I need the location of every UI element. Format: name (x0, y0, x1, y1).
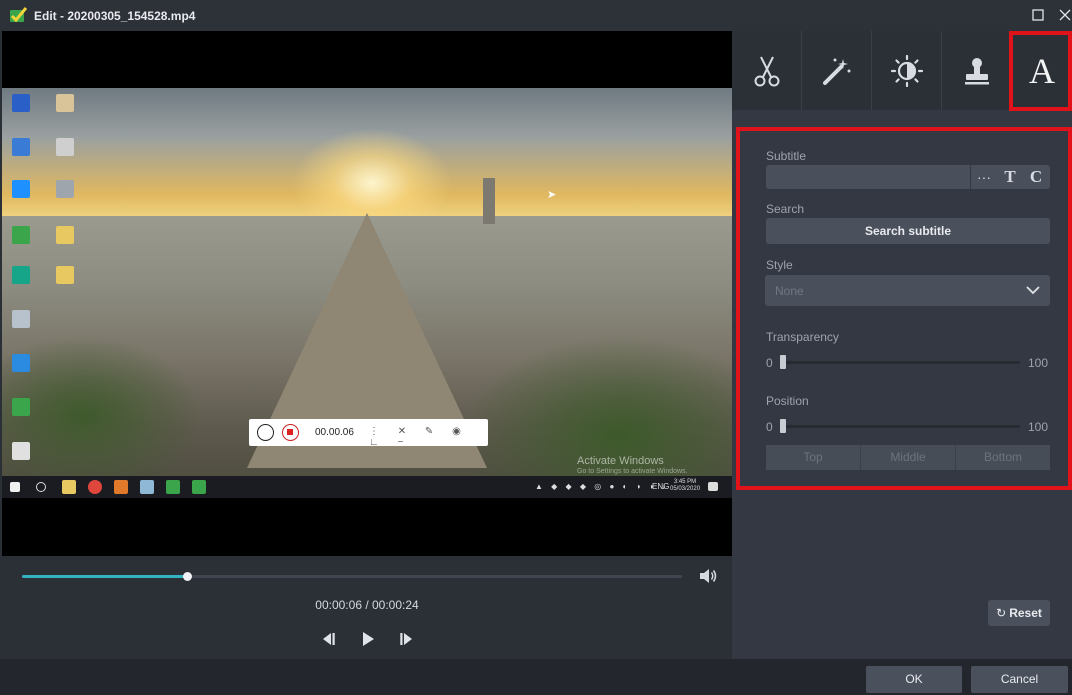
subtitle-buttons: ··· T C (971, 165, 1050, 189)
position-middle-button[interactable]: Middle (861, 445, 956, 470)
search-subtitle-button[interactable]: Search subtitle (766, 218, 1050, 244)
magic-wand-icon (822, 58, 850, 85)
desktop-icon (56, 180, 74, 198)
stop-icon (282, 424, 299, 441)
activate-watermark-sub: Go to Settings to activate Windows. (577, 468, 688, 475)
desktop-icons (2, 88, 82, 468)
close-icon (1059, 9, 1071, 21)
position-min: 0 (766, 420, 773, 434)
taskbar-clock: 3:45 PM 05/03/2020 (670, 479, 701, 492)
player-controls: 00:00:06 / 00:00:24 (2, 556, 732, 659)
style-label: Style (766, 258, 793, 272)
explorer-icon (62, 480, 76, 494)
app-logo-icon (10, 7, 27, 23)
active-tab-highlight (1009, 31, 1072, 111)
desktop-icon (12, 226, 30, 244)
search-icon (36, 482, 46, 492)
font-button[interactable]: T (997, 167, 1023, 187)
systray-lang: ENG (652, 482, 670, 491)
notification-icon (708, 482, 718, 491)
maximize-icon (1032, 9, 1044, 21)
edit-window: Edit - 20200305_154528.mp4 ➤ 00.00.06 ⋮ … (0, 0, 1072, 695)
brightness-icon (890, 54, 923, 87)
editor-panel: A Subtitle ··· T C Search Search subtitl… (732, 31, 1072, 659)
desktop-icon (56, 226, 74, 244)
close-button[interactable] (1056, 7, 1072, 25)
activate-watermark: Activate Windows (577, 455, 664, 467)
seek-bar[interactable] (22, 572, 682, 581)
search-label: Search (766, 202, 805, 216)
video-preview[interactable]: ➤ 00.00.06 ⋮ ✕ ✎ ◉ ∟ − Activate Windows … (2, 31, 732, 556)
next-frame-icon[interactable] (397, 629, 417, 649)
video-frame: ➤ 00.00.06 ⋮ ✕ ✎ ◉ ∟ − Activate Windows … (2, 88, 732, 498)
recorder-time: 00.00.06 (315, 427, 354, 438)
desktop-icon (56, 138, 74, 156)
position-label: Position (766, 394, 809, 408)
subtitle-input[interactable] (766, 165, 970, 189)
position-top-button[interactable]: Top (766, 445, 861, 470)
cancel-button[interactable]: Cancel (971, 666, 1068, 693)
more-button[interactable]: ··· (971, 169, 997, 185)
dialog-footer: OK Cancel (0, 659, 1072, 695)
recorder-toolbar: 00.00.06 ⋮ ✕ ✎ ◉ ∟ − (249, 419, 488, 448)
volume-icon[interactable] (698, 567, 718, 585)
transparency-slider[interactable] (780, 355, 1020, 369)
desktop-icon (56, 266, 74, 284)
app-icon (166, 480, 180, 494)
position-buttons: Top Middle Bottom (766, 445, 1050, 470)
tab-adjust[interactable] (872, 31, 942, 110)
tab-cut[interactable] (732, 31, 802, 110)
stamp-icon (964, 57, 989, 84)
window-title: Edit - 20200305_154528.mp4 (34, 9, 196, 23)
recorder-tools: ⋮ ✕ ✎ ◉ ∟ − (369, 426, 469, 448)
play-icon[interactable] (358, 629, 378, 649)
scissors-icon (754, 56, 779, 86)
style-dropdown[interactable]: None (765, 275, 1050, 306)
chevron-down-icon (1026, 286, 1040, 295)
desktop-icon (12, 354, 30, 372)
start-icon (10, 482, 20, 492)
desktop-icon (12, 266, 30, 284)
maximize-button[interactable] (1029, 7, 1047, 25)
app-icon (140, 480, 154, 494)
desktop-icon (12, 94, 30, 112)
seek-handle[interactable] (183, 572, 192, 581)
previous-frame-icon[interactable] (318, 629, 338, 649)
chrome-icon (88, 480, 102, 494)
position-handle[interactable] (780, 419, 786, 433)
position-max: 100 (1028, 420, 1049, 434)
desktop-icon (56, 94, 74, 112)
seek-progress (22, 575, 187, 578)
app-icon (192, 480, 206, 494)
desktop-icon (12, 310, 30, 328)
ok-button[interactable]: OK (866, 666, 962, 693)
transparency-label: Transparency (766, 330, 839, 344)
mouse-cursor-icon: ➤ (547, 189, 557, 201)
desktop-icon (12, 442, 30, 460)
transparency-max: 100 (1028, 356, 1049, 370)
subtitle-label: Subtitle (766, 149, 807, 163)
tab-effects[interactable] (802, 31, 872, 110)
transparency-min: 0 (766, 356, 773, 370)
title-bar: Edit - 20200305_154528.mp4 (0, 0, 1072, 31)
reset-button[interactable]: ↻ Reset (988, 600, 1050, 626)
system-tray: ▲ ◆ ◆ ◆ ◎ ● ◐ ◑ ◑ ♪ (535, 482, 669, 491)
tab-watermark[interactable] (942, 31, 1012, 110)
position-bottom-button[interactable]: Bottom (956, 445, 1050, 470)
desktop-icon (12, 138, 30, 156)
style-value: None (775, 284, 804, 298)
desktop-icon (12, 180, 30, 198)
reset-icon: ↻ (996, 606, 1007, 620)
app-icon (114, 480, 128, 494)
desktop-taskbar: ▲ ◆ ◆ ◆ ◎ ● ◐ ◑ ◑ ♪ ENG 3:45 PM 05/03/20… (2, 476, 732, 498)
playback-time: 00:00:06 / 00:00:24 (315, 598, 419, 612)
desktop-icon (12, 398, 30, 416)
transparency-handle[interactable] (780, 355, 786, 369)
color-button[interactable]: C (1023, 167, 1049, 187)
position-slider[interactable] (780, 419, 1020, 433)
pause-icon (257, 424, 274, 441)
